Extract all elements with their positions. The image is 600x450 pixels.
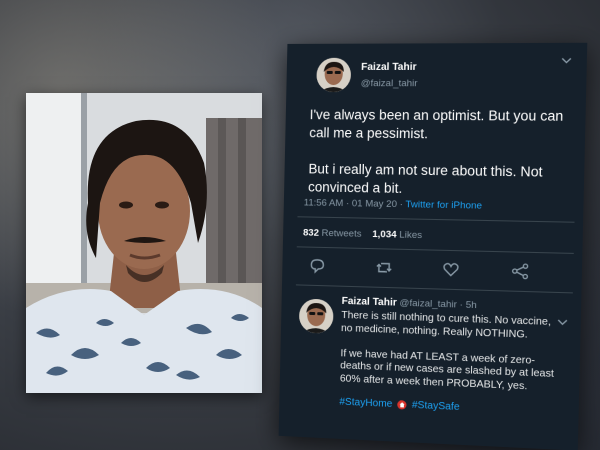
- reply-age: · 5h: [459, 299, 477, 312]
- reply-paragraph: If we have had AT LEAST a week of zero-d…: [339, 347, 555, 393]
- portrait-photo: [26, 93, 262, 393]
- reply-tweet[interactable]: Faizal Tahir @faizal_tahir · 5h There is…: [296, 294, 575, 413]
- engagement-counts: 832 Retweets 1,034 Likes: [303, 227, 422, 241]
- divider: [297, 216, 575, 223]
- share-icon[interactable]: [510, 262, 529, 281]
- handle[interactable]: @faizal_tahir: [361, 78, 418, 89]
- divider: [296, 246, 574, 254]
- house-icon: [397, 400, 407, 410]
- reply-icon[interactable]: [308, 257, 326, 276]
- likes-label[interactable]: Likes: [399, 229, 422, 241]
- tweet-meta: 11:56 AM · 01 May 20 · Twitter for iPhon…: [304, 197, 483, 211]
- reply-text: There is still nothing to cure this. No …: [340, 310, 565, 396]
- hashtags: #StayHome #StaySafe: [339, 397, 568, 418]
- timestamp[interactable]: 11:56 AM · 01 May 20: [304, 197, 397, 210]
- hashtag-stayhome[interactable]: #StayHome: [339, 397, 392, 410]
- retweets-count[interactable]: 832: [303, 227, 319, 238]
- like-icon[interactable]: [442, 260, 461, 279]
- tweet-header: Faizal Tahir @faizal_tahir: [316, 57, 418, 93]
- tweet-paragraph: I've always been an optimist. But you ca…: [309, 107, 564, 142]
- chevron-down-icon[interactable]: [557, 317, 568, 331]
- hashtag-staysafe[interactable]: #StaySafe: [412, 400, 460, 413]
- likes-count[interactable]: 1,034: [372, 229, 397, 241]
- display-name[interactable]: Faizal Tahir: [361, 61, 418, 72]
- avatar[interactable]: [298, 298, 334, 334]
- divider: [295, 284, 573, 294]
- source-link[interactable]: Twitter for iPhone: [405, 199, 482, 212]
- tweet-paragraph: But i really am not sure about this. Not…: [307, 161, 543, 196]
- avatar[interactable]: [316, 57, 352, 93]
- reply-display-name[interactable]: Faizal Tahir: [342, 296, 397, 309]
- tweet-screenshot: Faizal Tahir @faizal_tahir I've always b…: [278, 42, 588, 450]
- meta-separator: ·: [396, 198, 406, 211]
- retweet-icon[interactable]: [374, 258, 393, 277]
- chevron-down-icon[interactable]: [561, 55, 572, 65]
- reply-paragraph: There is still nothing to cure this. No …: [340, 309, 552, 341]
- retweets-label[interactable]: Retweets: [321, 228, 361, 240]
- tweet-text: I've always been an optimist. But you ca…: [308, 106, 569, 201]
- tweet-actions: [308, 257, 530, 281]
- reply-handle[interactable]: @faizal_tahir: [399, 298, 457, 311]
